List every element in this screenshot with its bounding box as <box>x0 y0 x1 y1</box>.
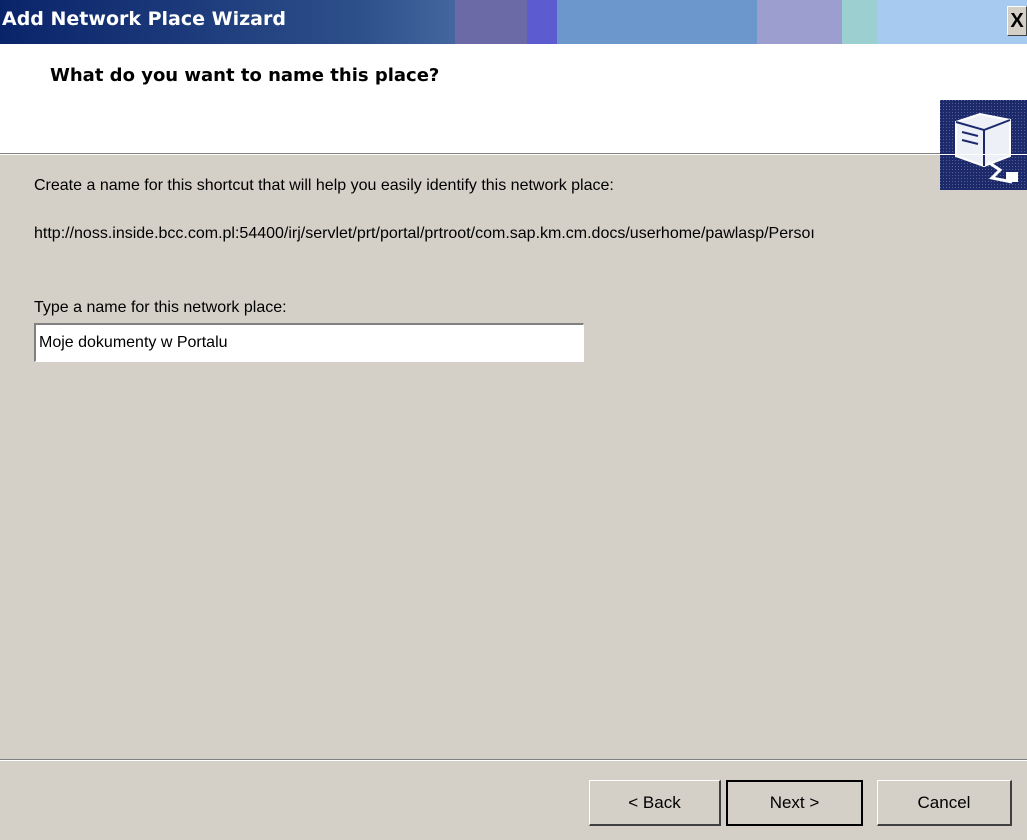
name-input[interactable] <box>34 323 584 362</box>
close-button[interactable]: X <box>1007 6 1027 36</box>
back-button[interactable]: < Back <box>589 780 721 826</box>
network-url: http://noss.inside.bcc.com.pl:54400/irj/… <box>34 225 815 242</box>
footer-divider-highlight <box>0 760 1027 761</box>
name-field-label: Type a name for this network place: <box>34 299 287 316</box>
close-icon: X <box>1010 10 1024 32</box>
wizard-header: What do you want to name this place? <box>0 44 1027 190</box>
page-title: What do you want to name this place? <box>50 65 440 86</box>
title-bar[interactable]: Add Network Place Wizard X <box>0 0 1027 44</box>
next-button[interactable]: Next > <box>726 780 863 826</box>
cancel-button[interactable]: Cancel <box>877 780 1012 826</box>
intro-text: Create a name for this shortcut that wil… <box>34 177 614 194</box>
window-title: Add Network Place Wizard <box>2 8 286 30</box>
network-folder-icon <box>940 100 1027 190</box>
